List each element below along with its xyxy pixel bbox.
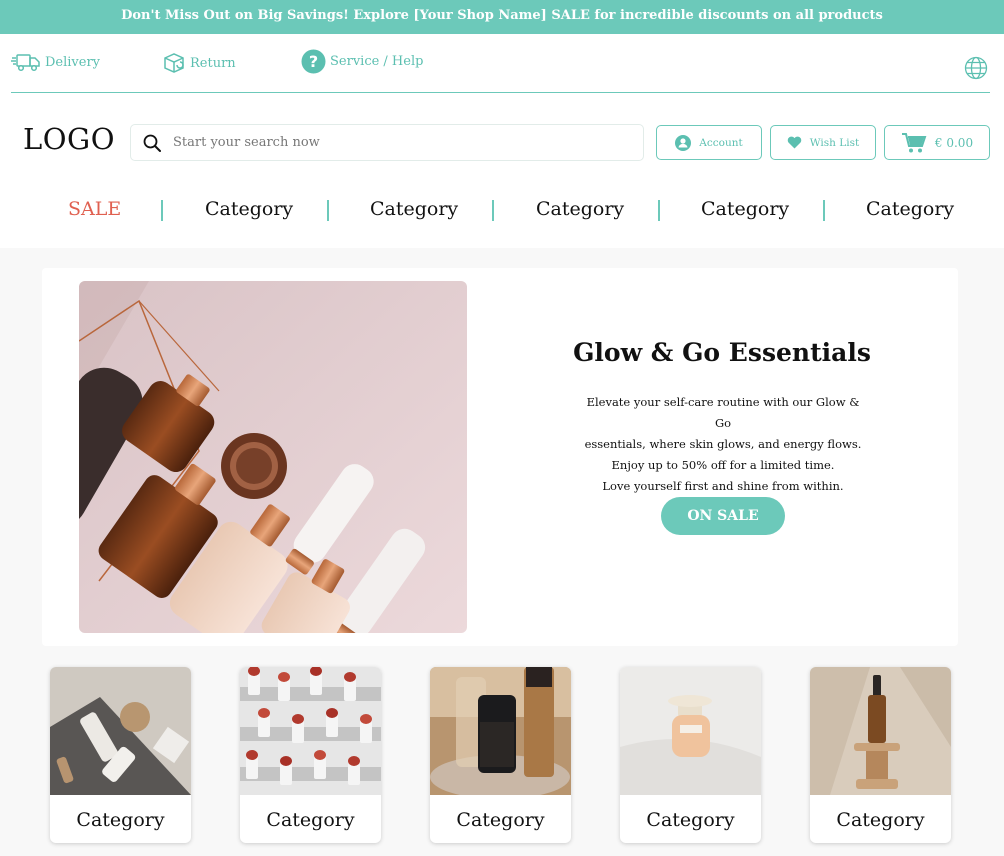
nav-separator (658, 200, 660, 221)
hero-title: Glow & Go Essentials (573, 338, 871, 367)
nav-separator (161, 200, 163, 221)
nav-item-category[interactable]: Category (370, 198, 458, 220)
hero-line: essentials, where skin glows, and energy… (584, 437, 862, 451)
nav-item-sale[interactable]: SALE (68, 198, 121, 220)
hero-banner: Glow & Go Essentials Elevate your self-c… (42, 268, 958, 646)
box-return-icon (164, 53, 184, 73)
question-icon: ? (301, 49, 326, 74)
category-image (620, 667, 761, 795)
category-label: Category (76, 809, 165, 831)
help-link[interactable]: ? Service / Help (301, 49, 423, 74)
search-icon[interactable] (143, 134, 161, 152)
wishlist-label: Wish List (809, 136, 860, 149)
hero-line: Elevate your self-care routine with our … (586, 395, 860, 430)
delivery-label: Delivery (45, 54, 101, 70)
category-image (810, 667, 951, 795)
delivery-link[interactable]: Delivery (11, 52, 100, 72)
hero-image (79, 281, 467, 633)
cart-button[interactable]: € 0.00 (884, 125, 990, 160)
on-sale-button[interactable]: ON SALE (661, 497, 785, 535)
logo[interactable]: LOGO (23, 122, 115, 156)
category-card[interactable]: Category (430, 667, 571, 843)
svg-text:?: ? (309, 52, 318, 71)
cart-icon (901, 132, 927, 152)
category-image (50, 667, 191, 795)
nav-item-category[interactable]: Category (866, 198, 954, 220)
utility-bar: Delivery Return ? Service / Help (0, 34, 1004, 93)
nav-separator (492, 200, 494, 221)
category-label: Category (646, 809, 735, 831)
hero-line: Love yourself first and shine from withi… (602, 479, 844, 493)
return-link[interactable]: Return (162, 52, 236, 74)
account-button[interactable]: Account (656, 125, 762, 160)
header-divider (11, 92, 990, 93)
return-label: Return (190, 55, 236, 71)
nav-item-category[interactable]: Category (205, 198, 293, 220)
heart-icon (787, 136, 802, 149)
hero-line: Enjoy up to 50% off for a limited time. (611, 458, 835, 472)
wishlist-button[interactable]: Wish List (770, 125, 876, 160)
search-bar[interactable] (130, 124, 644, 161)
nav-item-category[interactable]: Category (701, 198, 789, 220)
category-image (240, 667, 381, 795)
hero-description: Elevate your self-care routine with our … (578, 392, 868, 497)
account-label: Account (699, 136, 743, 149)
help-label: Service / Help (330, 54, 424, 69)
category-label: Category (266, 809, 355, 831)
truck-icon (11, 54, 40, 72)
category-label: Category (836, 809, 925, 831)
category-card[interactable]: Category (620, 667, 761, 843)
nav-item-category[interactable]: Category (536, 198, 624, 220)
user-icon (675, 134, 692, 151)
nav-separator (823, 200, 825, 221)
category-image (430, 667, 571, 795)
search-input[interactable] (173, 135, 613, 150)
nav-separator (327, 200, 329, 221)
promo-banner: Don't Miss Out on Big Savings! Explore [… (0, 0, 1004, 34)
cart-total: € 0.00 (934, 135, 974, 150)
category-card[interactable]: Category (810, 667, 951, 843)
site-header: Delivery Return ? Service / Help LOGO St… (0, 34, 1004, 248)
category-label: Category (456, 809, 545, 831)
category-nav: SALE Category Category Category Category… (0, 194, 1004, 234)
category-card[interactable]: Category (240, 667, 381, 843)
category-card[interactable]: Category (50, 667, 191, 843)
globe-icon[interactable] (964, 56, 988, 80)
